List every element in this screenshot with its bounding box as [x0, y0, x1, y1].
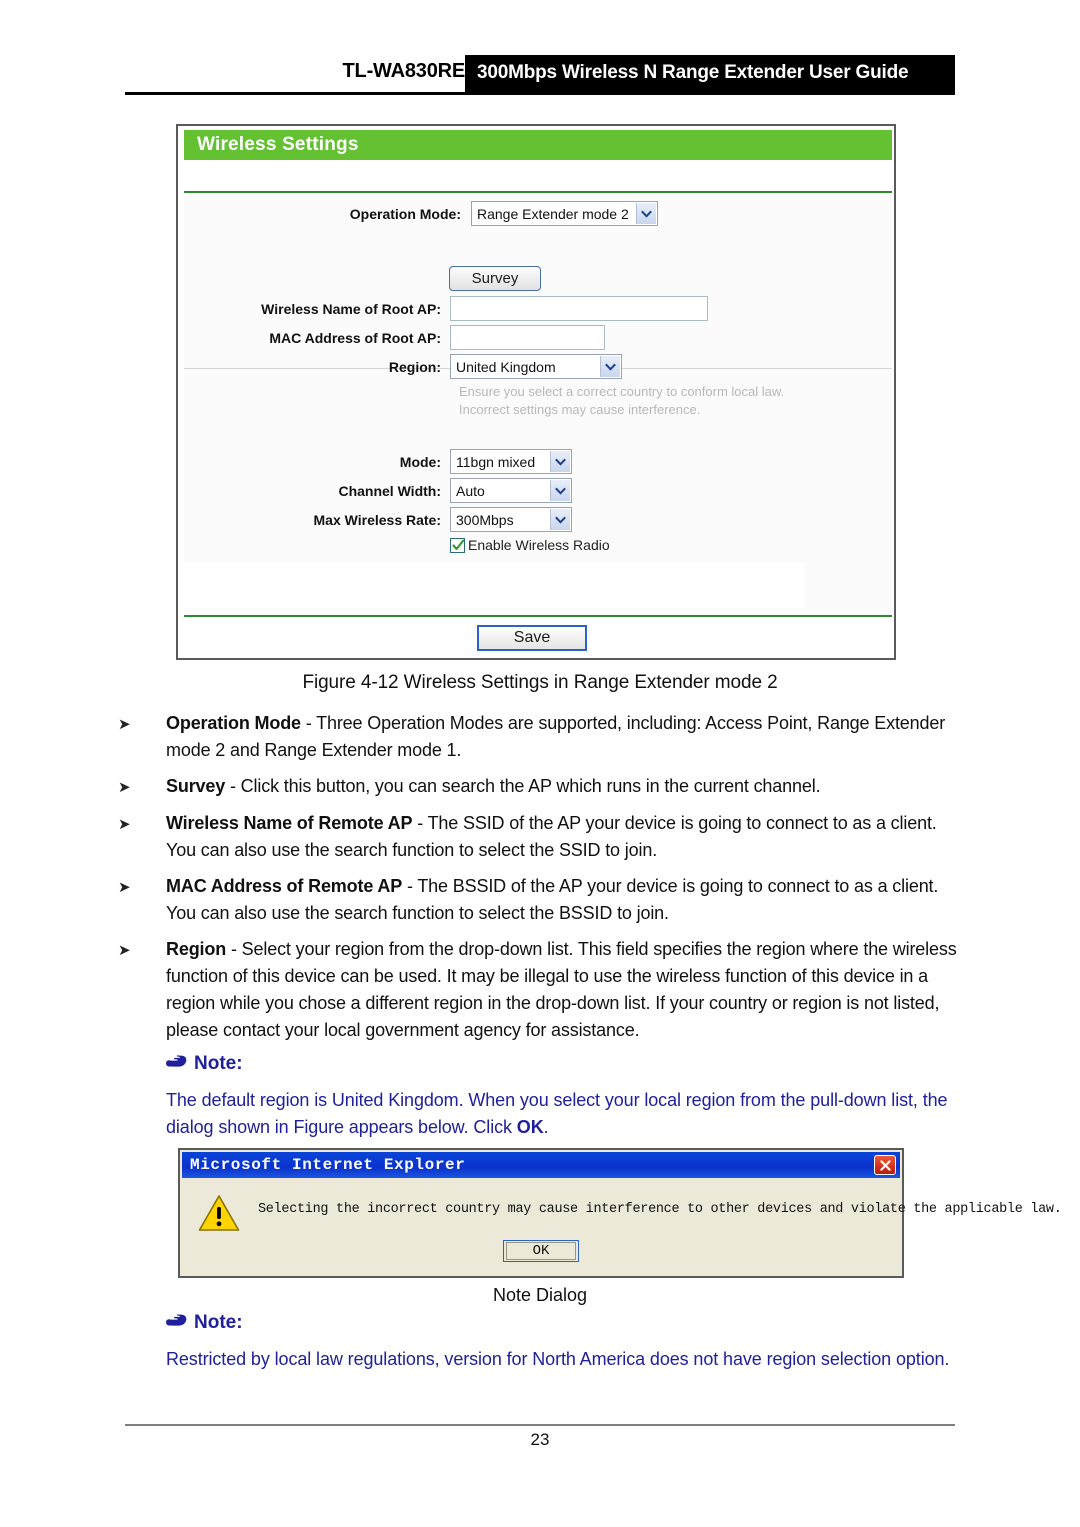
page-header: TL-WA830RE 300Mbps Wireless N Range Exte… — [125, 55, 955, 95]
chevron-down-icon[interactable] — [550, 451, 570, 472]
chevron-down-icon[interactable] — [550, 480, 570, 501]
bullet-operation-mode: ➤ Operation Mode - Three Operation Modes… — [118, 710, 958, 764]
dialog-ok-button[interactable]: OK — [503, 1240, 579, 1262]
close-icon[interactable] — [874, 1155, 896, 1175]
page-number: 23 — [530, 1430, 550, 1449]
header-title-bar: 300Mbps Wireless N Range Extender User G… — [465, 55, 955, 93]
note-body-1: The default region is United Kingdom. Wh… — [166, 1087, 966, 1141]
operation-mode-value: Range Extender mode 2 — [477, 205, 629, 222]
bullet-wireless-name-remote-ap: ➤ Wireless Name of Remote AP - The SSID … — [118, 810, 958, 864]
note-heading-text-2: Note: — [194, 1312, 243, 1333]
mac-address-label: MAC Address of Root AP: — [269, 329, 441, 346]
bullet-arrow-icon: ➤ — [118, 816, 131, 833]
region-label: Region: — [388, 358, 441, 375]
region-value: United Kingdom — [456, 358, 556, 375]
mode-select[interactable]: 11bgn mixed — [450, 449, 572, 474]
note-heading-2: Note: — [166, 1312, 966, 1334]
enable-wireless-radio-row[interactable]: Enable Wireless Radio — [450, 537, 610, 553]
dialog-title-bar: Microsoft Internet Explorer — [182, 1152, 900, 1178]
operation-mode-row: Operation Mode: Range Extender mode 2 — [178, 201, 886, 226]
channel-width-value: Auto — [456, 482, 485, 499]
header-divider — [125, 92, 955, 95]
max-wireless-rate-label: Max Wireless Rate: — [313, 511, 441, 528]
dialog-ok-label: OK — [506, 1242, 576, 1260]
figure-caption: Figure 4-12 Wireless Settings in Range E… — [302, 672, 778, 693]
note-dialog-caption: Note Dialog — [492, 1285, 588, 1305]
wireless-settings-panel: Wireless Settings Operation Mode: Range … — [176, 124, 896, 660]
note-body-2: Restricted by local law regulations, ver… — [166, 1349, 950, 1369]
bullet-region: ➤ Region - Select your region from the d… — [118, 936, 958, 1044]
note1-text-part1: The default region is United Kingdom. Wh… — [166, 1090, 948, 1137]
bullet-term: Region — [166, 939, 227, 959]
header-title: 300Mbps Wireless N Range Extender User G… — [477, 62, 909, 83]
note1-text-part2: . — [543, 1117, 549, 1137]
chevron-down-icon[interactable] — [636, 203, 656, 224]
footer-divider — [125, 1424, 955, 1426]
max-wireless-rate-row: Max Wireless Rate: 300Mbps — [178, 507, 886, 532]
region-row: Region: United Kingdom — [178, 354, 886, 379]
mac-address-input[interactable] — [450, 325, 605, 350]
panel-title: Wireless Settings — [197, 134, 359, 155]
chevron-down-icon[interactable] — [550, 509, 570, 530]
bullet-arrow-icon: ➤ — [118, 716, 131, 733]
bullet-survey: ➤ Survey - Click this button, you can se… — [118, 773, 958, 800]
channel-width-select[interactable]: Auto — [450, 478, 572, 503]
bullet-term: Operation Mode — [166, 713, 301, 733]
note-heading-1: Note: — [166, 1053, 966, 1075]
chevron-down-icon[interactable] — [600, 356, 620, 377]
pointing-hand-icon — [166, 1313, 187, 1334]
warning-triangle-icon — [198, 1194, 240, 1232]
bullet-mac-address-remote-ap: ➤ MAC Address of Remote AP - The BSSID o… — [118, 873, 958, 927]
channel-width-row: Channel Width: Auto — [178, 478, 886, 503]
checkbox-checked-icon[interactable] — [450, 537, 465, 553]
mode-label: Mode: — [399, 453, 441, 470]
enable-wireless-radio-label: Enable Wireless Radio — [468, 537, 610, 553]
bullet-text: - Select your region from the drop-down … — [166, 939, 957, 1040]
note-block-2: Note: Restricted by local law regulation… — [166, 1312, 966, 1373]
note-block-1: Note: The default region is United Kingd… — [166, 1053, 966, 1141]
mode-row: Mode: 11bgn mixed — [178, 449, 886, 474]
wireless-name-row: Wireless Name of Root AP: — [178, 296, 886, 321]
note-heading-text-1: Note: — [194, 1053, 243, 1074]
wireless-name-label: Wireless Name of Root AP: — [261, 300, 441, 317]
panel-blank-area — [184, 563, 804, 608]
internet-explorer-dialog: Microsoft Internet Explorer Selecting th… — [178, 1148, 1062, 1278]
save-button[interactable]: Save — [477, 625, 587, 651]
panel-top-divider — [184, 191, 892, 193]
wireless-name-input[interactable] — [450, 296, 708, 321]
dialog-title: Microsoft Internet Explorer — [190, 1156, 466, 1174]
pointing-hand-icon — [166, 1054, 187, 1075]
operation-mode-label: Operation Mode: — [349, 205, 461, 222]
panel-bottom-divider — [184, 615, 892, 617]
bullet-arrow-icon: ➤ — [118, 879, 131, 896]
region-select[interactable]: United Kingdom — [450, 354, 622, 379]
panel-title-bar: Wireless Settings — [184, 130, 892, 160]
bullet-arrow-icon: ➤ — [118, 779, 131, 796]
note1-text-bold: OK — [516, 1117, 544, 1137]
mac-address-row: MAC Address of Root AP: — [178, 325, 886, 350]
max-wireless-rate-value: 300Mbps — [456, 511, 514, 528]
max-wireless-rate-select[interactable]: 300Mbps — [450, 507, 572, 532]
region-hint-line2: Incorrect settings may cause interferenc… — [459, 402, 701, 417]
survey-button[interactable]: Survey — [449, 266, 541, 291]
region-hint-line1: Ensure you select a correct country to c… — [459, 384, 785, 399]
channel-width-label: Channel Width: — [338, 482, 441, 499]
bullet-term: Wireless Name of Remote AP — [166, 813, 413, 833]
bullet-arrow-icon: ➤ — [118, 942, 131, 959]
dialog-message: Selecting the incorrect country may caus… — [258, 1202, 1062, 1217]
bullet-text: - Click this button, you can search the … — [225, 776, 821, 796]
mode-value: 11bgn mixed — [456, 453, 536, 470]
header-model-name: TL-WA830RE — [342, 60, 466, 82]
bullet-term: Survey — [166, 776, 226, 796]
bullet-term: MAC Address of Remote AP — [166, 876, 403, 896]
operation-mode-select[interactable]: Range Extender mode 2 — [471, 201, 658, 226]
